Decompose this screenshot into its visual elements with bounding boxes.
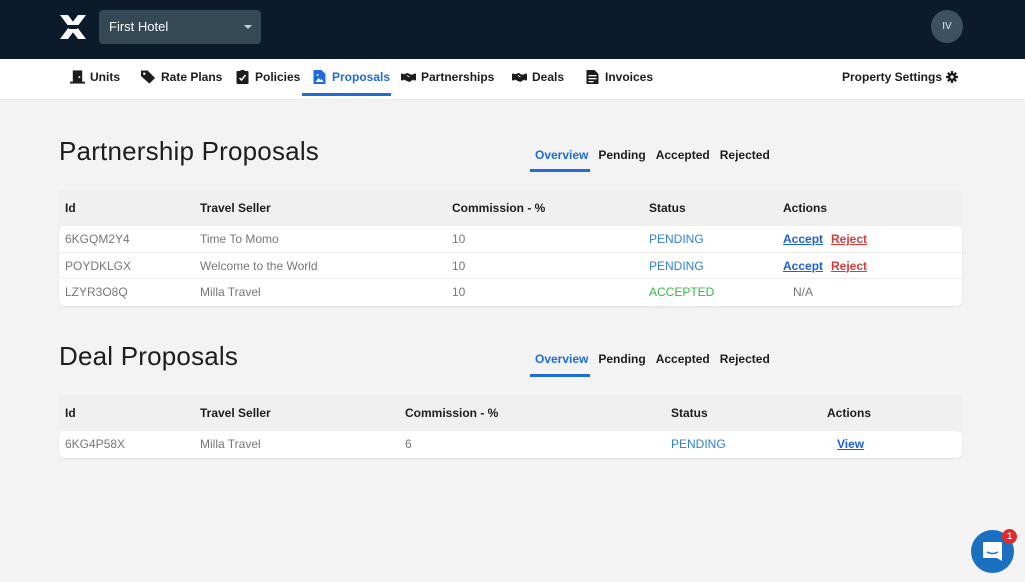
hotel-select-value: First Hotel <box>109 19 169 34</box>
active-tab-indicator <box>530 374 590 377</box>
nav-item-label: Deals <box>532 70 565 84</box>
table-row: 6KG4P58X Milla Travel 6 PENDING View <box>59 431 962 458</box>
gear-icon <box>946 71 959 83</box>
status-badge: PENDING <box>671 437 726 451</box>
partnership-table-header: Id Travel Seller Commission - % Status A… <box>59 190 962 226</box>
nav-item-deals[interactable]: Deals <box>512 59 564 95</box>
avatar[interactable]: IV <box>931 10 963 43</box>
deal-table: 6KG4P58X Milla Travel 6 PENDING View <box>59 431 962 458</box>
chevron-down-icon <box>244 25 252 29</box>
no-action-text: N/A <box>793 285 814 299</box>
tag-icon <box>141 70 156 84</box>
tab-accepted[interactable]: Accepted <box>651 145 715 165</box>
status-badge: ACCEPTED <box>649 285 715 299</box>
cell-commission: 10 <box>452 258 466 273</box>
clipboard-check-icon <box>236 70 249 84</box>
table-row: POYDKLGX Welcome to the World 10 PENDING… <box>59 253 962 279</box>
tab-pending[interactable]: Pending <box>593 145 650 165</box>
cell-id: 6KG4P58X <box>65 437 126 451</box>
active-nav-indicator <box>302 93 391 96</box>
cell-id: LZYR3O8Q <box>65 285 128 299</box>
column-header-travel-seller: Travel Seller <box>200 201 271 215</box>
deal-tabs: Overview Pending Accepted Rejected <box>530 349 775 369</box>
reject-link[interactable]: Reject <box>831 226 867 252</box>
partnership-table: 6KGQM2Y4 Time To Momo 10 PENDING Accept … <box>59 226 962 306</box>
tab-rejected[interactable]: Rejected <box>715 349 775 369</box>
file-image-icon <box>313 70 326 84</box>
view-link[interactable]: View <box>837 431 864 457</box>
property-settings-link[interactable]: Property Settings <box>842 59 959 95</box>
nav-item-label: Invoices <box>605 70 654 84</box>
top-bar: First Hotel IV <box>0 0 1025 59</box>
hotel-select[interactable]: First Hotel <box>99 10 261 44</box>
accept-link[interactable]: Accept <box>783 226 823 252</box>
nav-item-label: Rate Plans <box>161 70 223 84</box>
nav-item-partnerships[interactable]: Partnerships <box>401 59 494 95</box>
tab-overview[interactable]: Overview <box>530 349 593 369</box>
status-badge: PENDING <box>649 232 704 246</box>
tab-overview[interactable]: Overview <box>530 145 593 165</box>
active-tab-indicator <box>530 169 590 172</box>
notification-badge: 1 <box>1002 529 1017 544</box>
tab-accepted[interactable]: Accepted <box>651 349 715 369</box>
accept-link[interactable]: Accept <box>783 253 823 279</box>
cell-travel-seller: Milla Travel <box>200 285 261 299</box>
nav-item-policies[interactable]: Policies <box>235 59 300 95</box>
handshake-icon <box>401 72 416 82</box>
cell-commission: 10 <box>452 232 466 246</box>
cell-travel-seller: Time To Momo <box>200 232 279 246</box>
reject-link[interactable]: Reject <box>831 253 867 279</box>
column-header-commission: Commission - % <box>452 201 546 215</box>
nav-item-label: Partnerships <box>421 70 495 84</box>
property-settings-label: Property Settings <box>842 70 943 84</box>
nav-item-invoices[interactable]: Invoices <box>585 59 653 95</box>
cell-id: POYDKLGX <box>65 258 132 273</box>
cell-commission: 6 <box>405 437 412 451</box>
nav-item-label: Units <box>90 70 120 84</box>
column-header-commission: Commission - % <box>405 406 499 420</box>
logo-icon[interactable] <box>58 13 88 41</box>
invoice-icon <box>586 70 599 84</box>
table-row: LZYR3O8Q Milla Travel 10 ACCEPTED N/A <box>59 279 962 306</box>
status-badge: PENDING <box>649 258 704 273</box>
column-header-id: Id <box>65 201 76 215</box>
deal-proposals-title: Deal Proposals <box>59 341 239 371</box>
nav-item-label: Proposals <box>332 70 391 84</box>
cell-travel-seller: Milla Travel <box>200 437 261 451</box>
cell-id: 6KGQM2Y4 <box>65 232 130 246</box>
partnership-tabs: Overview Pending Accepted Rejected <box>530 145 775 165</box>
column-header-status: Status <box>649 201 686 215</box>
column-header-actions: Actions <box>827 406 872 420</box>
tab-rejected[interactable]: Rejected <box>715 145 775 165</box>
handshake-icon <box>512 72 527 82</box>
column-header-travel-seller: Travel Seller <box>200 406 271 420</box>
column-header-actions: Actions <box>783 201 828 215</box>
main-nav: Units Rate Plans Policies Proposals Part… <box>0 59 1025 100</box>
cell-commission: 10 <box>452 285 466 299</box>
cell-travel-seller: Welcome to the World <box>200 258 318 273</box>
tab-pending[interactable]: Pending <box>593 349 650 369</box>
door-icon <box>70 70 85 84</box>
column-header-id: Id <box>65 406 76 420</box>
deal-table-header: Id Travel Seller Commission - % Status A… <box>59 395 962 431</box>
table-row: 6KGQM2Y4 Time To Momo 10 PENDING Accept … <box>59 226 962 253</box>
nav-item-rate-plans[interactable]: Rate Plans <box>141 59 222 95</box>
nav-item-units[interactable]: Units <box>70 59 120 95</box>
nav-item-label: Policies <box>255 70 301 84</box>
nav-item-proposals[interactable]: Proposals <box>312 59 390 95</box>
partnership-proposals-title: Partnership Proposals <box>59 136 319 166</box>
column-header-status: Status <box>671 406 708 420</box>
